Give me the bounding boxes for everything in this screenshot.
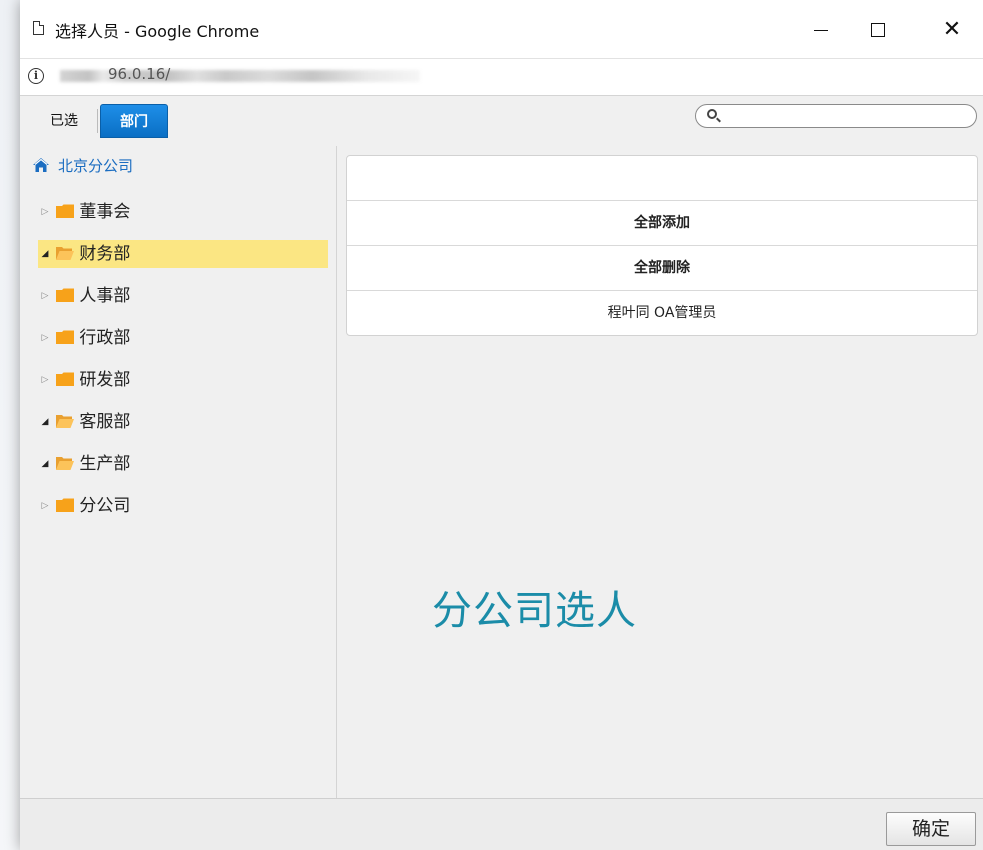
tree-item-label: 客服部: [79, 412, 131, 432]
folder-icon: [56, 288, 74, 302]
tree-root[interactable]: 北京分公司: [32, 154, 133, 178]
window-title: 选择人员 - Google Chrome: [55, 22, 260, 41]
tree-item-label: 财务部: [79, 244, 131, 264]
browser-window: 选择人员 - Google Chrome ✕ i 96.0.16/ 已选 部门 …: [20, 0, 983, 850]
tree-item-label: 人事部: [79, 286, 131, 306]
tree-item-label: 生产部: [79, 454, 131, 474]
tab-bar: 已选 部门: [20, 96, 983, 146]
search-icon[interactable]: [707, 109, 717, 119]
folder-icon: [56, 372, 74, 386]
collapsed-arrow-icon[interactable]: ▷: [38, 282, 52, 310]
tree-item-service[interactable]: ◢ 客服部: [38, 408, 328, 436]
list-item-empty[interactable]: [347, 156, 977, 200]
tree-item-label: 分公司: [79, 496, 131, 516]
caption-text: 分公司选人: [432, 588, 637, 634]
minimize-button[interactable]: [801, 12, 841, 48]
tab-divider: [97, 109, 98, 133]
collapsed-arrow-icon[interactable]: ▷: [38, 324, 52, 352]
expanded-arrow-icon[interactable]: ◢: [38, 450, 52, 478]
search-box[interactable]: [695, 104, 977, 128]
collapsed-arrow-icon[interactable]: ▷: [38, 492, 52, 520]
tab-selected[interactable]: 已选: [32, 104, 96, 138]
address-bar[interactable]: i 96.0.16/: [20, 58, 983, 96]
tree-item-rnd[interactable]: ▷ 研发部: [38, 366, 328, 394]
tree-item-label: 行政部: [79, 328, 131, 348]
close-icon: ✕: [942, 17, 962, 42]
expanded-arrow-icon[interactable]: ◢: [38, 408, 52, 436]
selection-panel: 全部添加 全部删除 程叶同 OA管理员 分公司选人: [337, 146, 983, 798]
tree-item-board[interactable]: ▷ 董事会: [38, 198, 328, 226]
tree-item-branch[interactable]: ▷ 分公司: [38, 492, 328, 520]
home-icon: [32, 156, 50, 172]
list-item-person[interactable]: 程叶同 OA管理员: [347, 290, 977, 335]
search-input[interactable]: [724, 107, 968, 127]
info-icon[interactable]: i: [28, 68, 44, 84]
title-bar[interactable]: 选择人员 - Google Chrome ✕: [20, 0, 983, 58]
expanded-arrow-icon[interactable]: ◢: [38, 240, 52, 268]
folder-open-icon: [56, 456, 74, 470]
minimize-icon: [814, 29, 828, 31]
folder-open-icon: [56, 246, 74, 260]
tree-item-finance[interactable]: ◢ 财务部: [38, 240, 328, 268]
folder-open-icon: [56, 414, 74, 428]
confirm-button[interactable]: 确定: [886, 812, 976, 846]
footer-bar: 确定: [20, 798, 983, 850]
maximize-icon: [871, 23, 885, 37]
action-list: 全部添加 全部删除 程叶同 OA管理员: [346, 155, 978, 336]
folder-icon: [56, 330, 74, 344]
tree-item-label: 董事会: [79, 202, 131, 222]
collapsed-arrow-icon[interactable]: ▷: [38, 366, 52, 394]
collapsed-arrow-icon[interactable]: ▷: [38, 198, 52, 226]
tree-item-admin[interactable]: ▷ 行政部: [38, 324, 328, 352]
remove-all-button[interactable]: 全部删除: [347, 245, 977, 290]
add-all-button[interactable]: 全部添加: [347, 200, 977, 245]
tree-item-production[interactable]: ◢ 生产部: [38, 450, 328, 478]
url-text[interactable]: 96.0.16/: [108, 65, 170, 83]
tree-root-label: 北京分公司: [58, 157, 134, 175]
tree-item-label: 研发部: [79, 370, 131, 390]
tab-department[interactable]: 部门: [100, 104, 168, 138]
folder-icon: [56, 204, 74, 218]
page-icon: [33, 21, 44, 35]
tree-item-hr[interactable]: ▷ 人事部: [38, 282, 328, 310]
folder-icon: [56, 498, 74, 512]
close-button[interactable]: ✕: [932, 12, 972, 48]
maximize-button[interactable]: [858, 12, 898, 48]
department-tree: 北京分公司 ▷ 董事会 ◢ 财务部 ▷ 人事部 ▷ 行政部 ▷ 研发部 ◢ 客服…: [20, 146, 337, 798]
